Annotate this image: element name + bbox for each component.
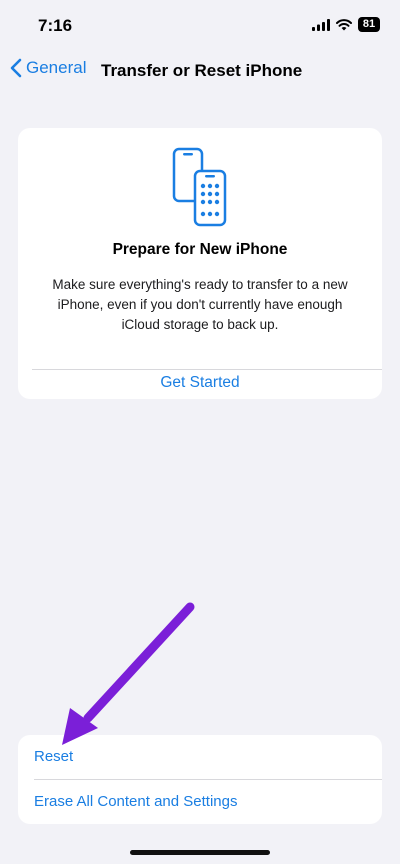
battery-icon: 81 [358,17,380,32]
status-bar: 7:16 81 [0,0,400,50]
signal-icon [312,18,330,31]
status-time: 7:16 [38,16,73,35]
home-indicator [130,850,270,855]
wifi-icon [336,18,352,30]
phones-transfer-icon [172,147,227,227]
get-started-button[interactable]: Get Started [18,370,382,399]
chevron-left-icon [10,58,22,78]
reset-options-group: Reset Erase All Content and Settings [18,735,382,824]
navigation-bar: General Transfer or Reset iPhone [0,58,400,88]
page-title: Transfer or Reset iPhone [101,61,303,80]
prepare-new-iphone-card: Prepare for New iPhone Make sure everyth… [18,128,382,399]
erase-all-content-button[interactable]: Erase All Content and Settings [34,780,382,824]
card-title: Prepare for New iPhone [112,241,288,258]
back-button-label: General [26,58,87,77]
status-icons: 81 [312,17,380,32]
card-description: Make sure everything's ready to transfer… [52,277,348,332]
back-button[interactable]: General [10,58,86,78]
reset-button[interactable]: Reset [34,735,382,779]
